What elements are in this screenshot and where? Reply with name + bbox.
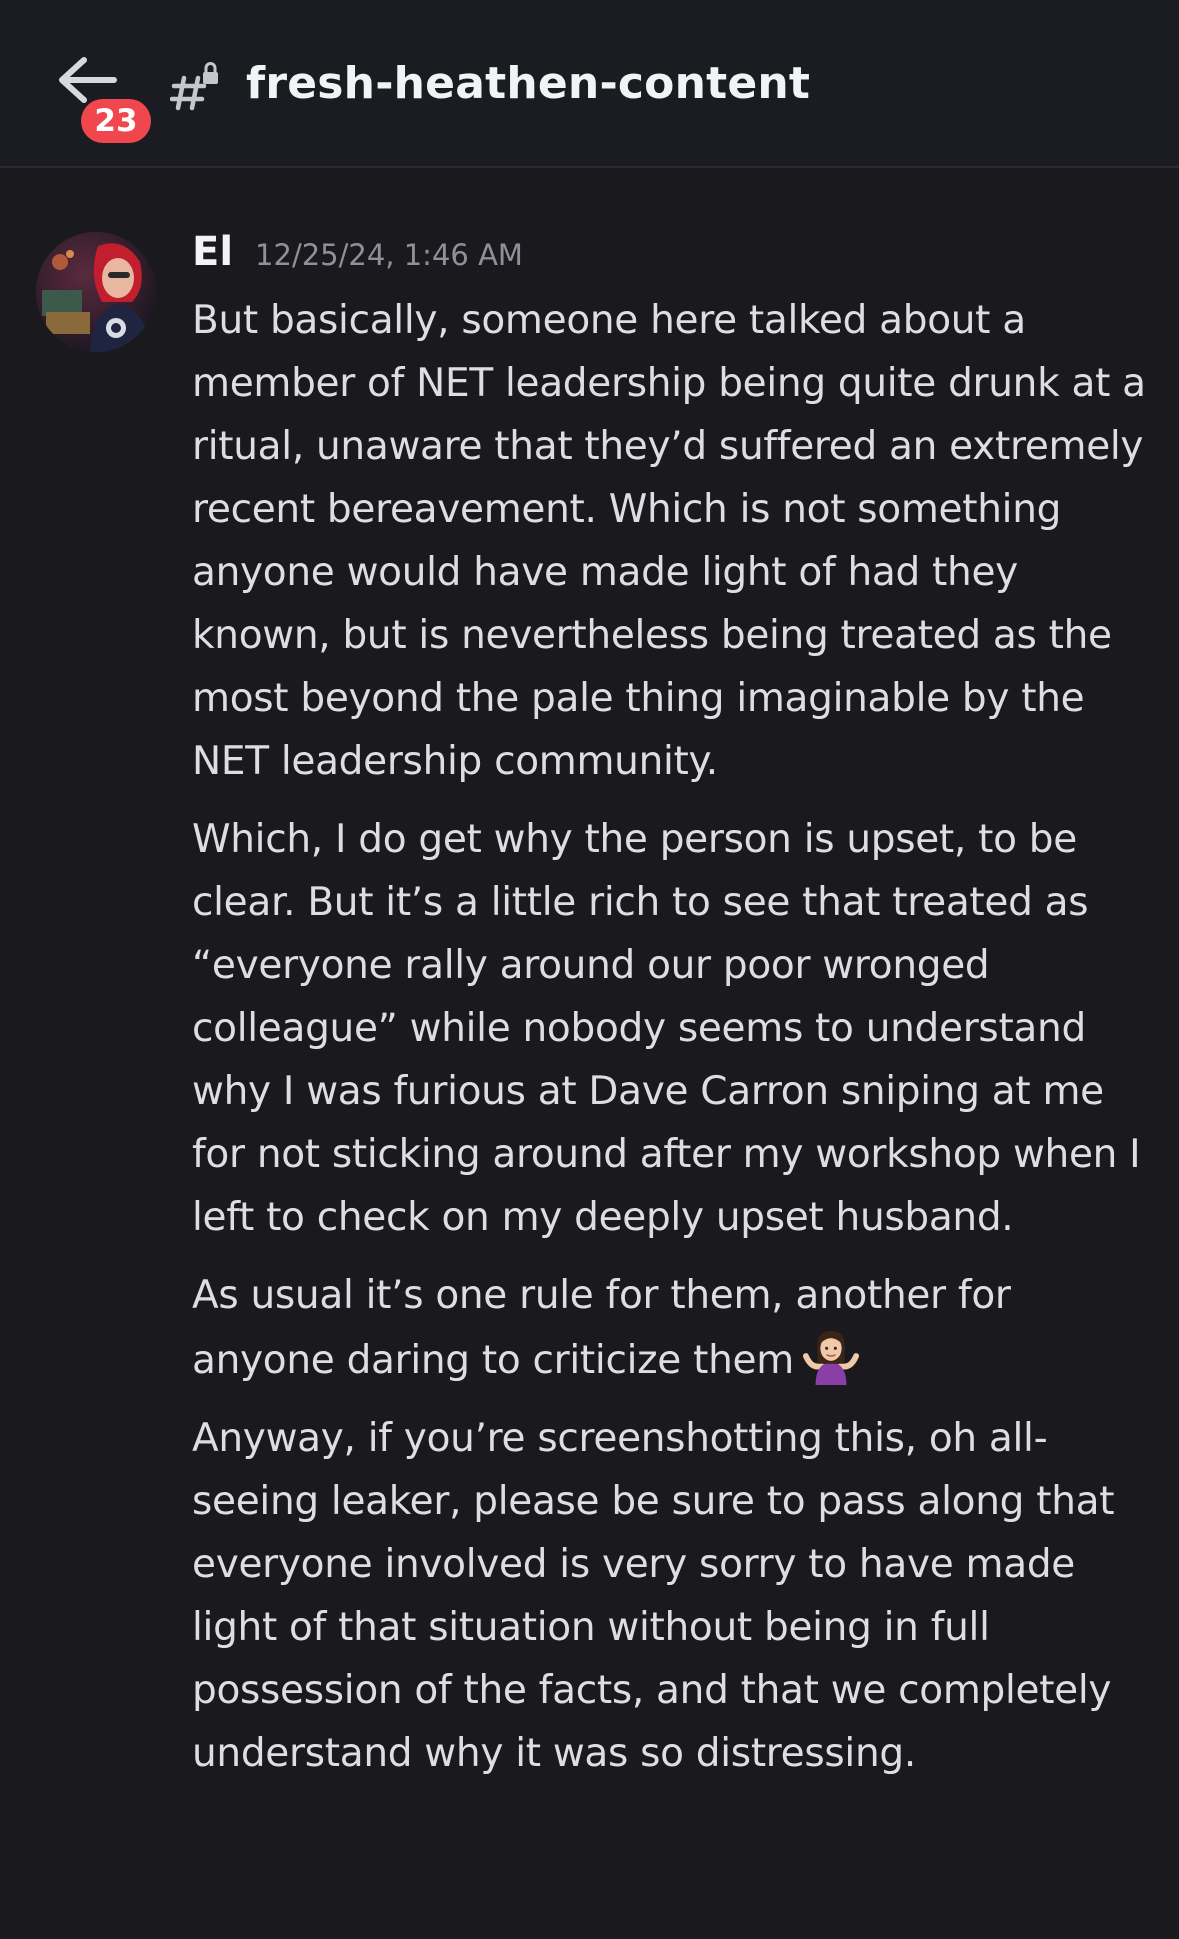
channel-header: 23 fresh-heathen-content (0, 0, 1179, 168)
arrow-left-icon (59, 57, 117, 103)
avatar-image (36, 232, 156, 352)
woman-shrugging-emoji (802, 1330, 859, 1385)
locked-text-channel-icon (170, 62, 218, 111)
message-paragraph: As usual it’s one rule for them, another… (192, 1264, 1152, 1392)
message-paragraph: But basically, someone here talked about… (192, 298, 1146, 784)
message-paragraph: Anyway, if you’re screenshotting this, o… (192, 1416, 1115, 1776)
message-timestamp: 12/25/24, 1:46 AM (255, 238, 523, 272)
message-content: But basically, someone here talked about… (192, 289, 1152, 1800)
message-paragraph-text: As usual it’s one rule for them, another… (192, 1273, 1011, 1383)
back-button[interactable]: 23 (50, 48, 160, 148)
message-paragraph: Which, I do get why the person is upset,… (192, 817, 1141, 1240)
unread-count-badge: 23 (81, 99, 151, 143)
author-name[interactable]: El (192, 229, 233, 275)
channel-name[interactable]: fresh-heathen-content (246, 52, 810, 116)
avatar[interactable] (36, 232, 156, 352)
message-author-line: El 12/25/24, 1:46 AM (192, 224, 523, 280)
